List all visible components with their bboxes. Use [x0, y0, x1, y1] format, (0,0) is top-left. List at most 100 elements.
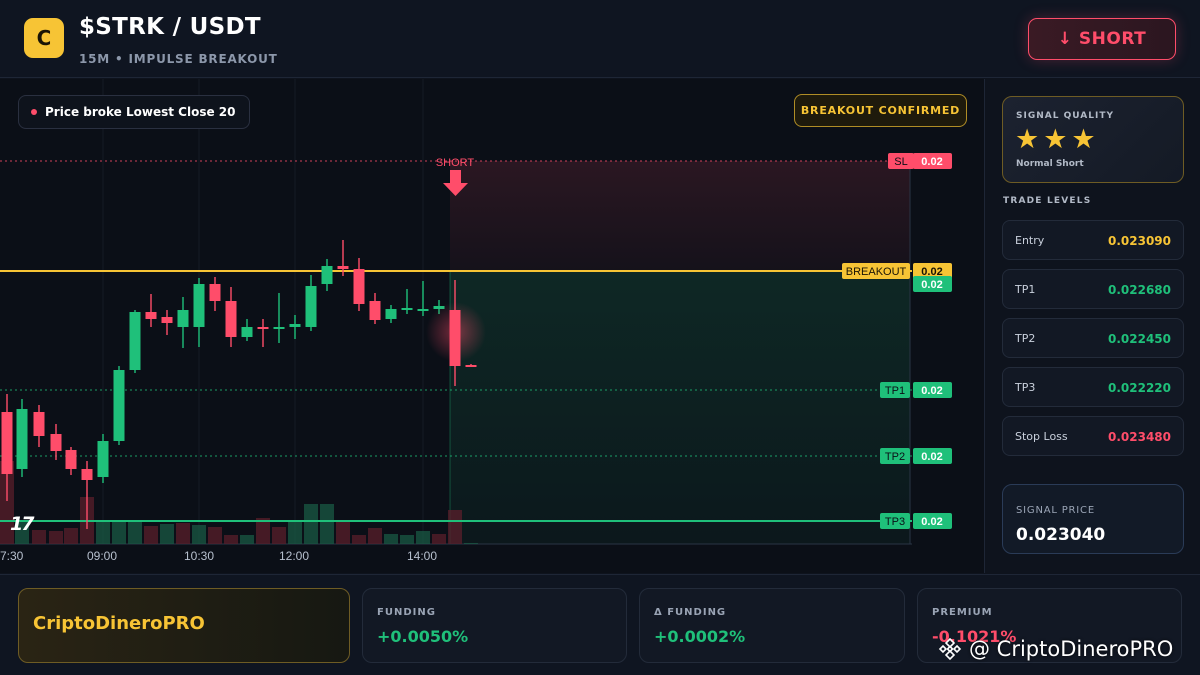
- watermark: @ CriptoDineroPRO: [937, 636, 1173, 662]
- x-axis-label: 10:30: [184, 549, 215, 563]
- volume-bar: [368, 528, 382, 544]
- signal-quality-text: Normal Short: [1016, 159, 1084, 169]
- candle[interactable]: [385, 305, 397, 323]
- volume-bar: [128, 521, 142, 544]
- candles[interactable]: [1, 240, 477, 529]
- candle[interactable]: [289, 315, 301, 339]
- volume-bar: [400, 535, 414, 544]
- level-name-label: SL: [894, 156, 907, 168]
- candle[interactable]: [209, 277, 221, 311]
- volume-bar: [240, 535, 254, 544]
- coin-logo-icon: C: [24, 18, 64, 58]
- candle[interactable]: [369, 293, 381, 324]
- timeframe-subtitle: 15M • IMPULSE BREAKOUT: [79, 52, 278, 66]
- short-button[interactable]: ↓ SHORT: [1028, 18, 1176, 60]
- candle[interactable]: [16, 399, 28, 477]
- delta-funding-value: +0.0002%: [654, 627, 746, 646]
- candle[interactable]: [257, 319, 269, 347]
- trade-level-name: TP2: [1015, 332, 1036, 345]
- funding-card: FUNDING +0.0050%: [362, 588, 627, 663]
- chart-canvas[interactable]: SL 0.02 BREAKOUT 0.02 0.02 TP1 0.02 TP2 0.02 TP3 0…: [0, 79, 985, 573]
- volume-bar: [32, 530, 46, 544]
- candle[interactable]: [97, 434, 109, 483]
- candle[interactable]: [65, 447, 77, 475]
- delta-funding-label: Δ FUNDING: [654, 607, 727, 618]
- level-name-label: TP3: [885, 516, 905, 528]
- candle[interactable]: [353, 258, 365, 311]
- x-axis-label: 14:00: [407, 549, 438, 563]
- signal-price-label: SIGNAL PRICE: [1016, 505, 1095, 516]
- trade-level-entry[interactable]: Entry 0.023090: [1002, 220, 1184, 260]
- candle[interactable]: [113, 366, 125, 445]
- volume-bar: [288, 520, 302, 544]
- volume-bar: [464, 543, 478, 544]
- volume-bar: [448, 510, 462, 544]
- volume-bar: [416, 531, 430, 544]
- trade-level-value: 0.022450: [1107, 332, 1171, 346]
- take-profit-zone: [450, 272, 910, 544]
- candle[interactable]: [161, 310, 173, 335]
- level-price-label: 0.02: [921, 516, 942, 528]
- candle[interactable]: [417, 281, 429, 316]
- trade-level-name: TP1: [1015, 283, 1036, 296]
- signal-sidebar: SIGNAL QUALITY ★★★ Normal Short TRADE LE…: [986, 79, 1200, 573]
- level-price-label: 0.02: [921, 385, 942, 397]
- volume-bar: [304, 504, 318, 544]
- signal-quality-label: SIGNAL QUALITY: [1016, 111, 1114, 121]
- level-price-label: 0.02: [921, 156, 942, 168]
- x-axis-label: 7:30: [0, 549, 24, 563]
- x-axis-label: 12:00: [279, 549, 310, 563]
- funding-label: FUNDING: [377, 607, 436, 618]
- volume-bar: [64, 528, 78, 544]
- trade-level-value: 0.023480: [1107, 430, 1171, 444]
- brand-card: CriptoDineroPRO: [18, 588, 350, 663]
- candle[interactable]: [145, 294, 157, 327]
- price-chart[interactable]: SL 0.02 BREAKOUT 0.02 0.02 TP1 0.02 TP2 0.02 TP3 0…: [0, 79, 985, 573]
- trade-level-tp2[interactable]: TP2 0.022450: [1002, 318, 1184, 358]
- star-rating-icon: ★★★: [1015, 124, 1100, 155]
- trade-level-name: Entry: [1015, 234, 1045, 247]
- signal-price-card: SIGNAL PRICE 0.023040: [1002, 484, 1184, 554]
- level-line-entry: 0.02: [913, 276, 952, 292]
- candle[interactable]: [225, 287, 237, 347]
- level-name-label: TP1: [885, 385, 905, 397]
- volume-bar: [272, 527, 286, 544]
- volume-bar: [160, 524, 174, 544]
- candle[interactable]: [241, 319, 253, 341]
- candle[interactable]: [129, 310, 141, 373]
- trade-level-stop-loss[interactable]: Stop Loss 0.023480: [1002, 416, 1184, 456]
- volume-bar: [176, 523, 190, 544]
- trade-level-value: 0.022680: [1107, 283, 1171, 297]
- volume-bar: [112, 520, 126, 544]
- stop-loss-zone: [450, 161, 910, 272]
- x-axis-label: 09:00: [87, 549, 118, 563]
- level-price-label: 0.02: [921, 451, 942, 463]
- short-marker-label: SHORT: [436, 157, 475, 169]
- trade-levels-title: TRADE LEVELS: [1003, 196, 1092, 206]
- candle[interactable]: [401, 289, 413, 314]
- candle[interactable]: [305, 275, 317, 331]
- volume-bar: [352, 535, 366, 544]
- signal-quality-card: SIGNAL QUALITY ★★★ Normal Short: [1002, 96, 1184, 183]
- trade-level-tp3[interactable]: TP3 0.022220: [1002, 367, 1184, 407]
- trade-level-name: TP3: [1015, 381, 1036, 394]
- delta-funding-card: Δ FUNDING +0.0002%: [639, 588, 905, 663]
- level-price-label: 0.02: [921, 279, 942, 291]
- trade-level-tp1[interactable]: TP1 0.022680: [1002, 269, 1184, 309]
- volume-bar: [432, 534, 446, 544]
- volume-bar: [192, 525, 206, 544]
- candle[interactable]: [273, 293, 285, 343]
- signal-price-value: 0.023040: [1016, 525, 1106, 545]
- volume-bar: [336, 520, 350, 544]
- candle[interactable]: [33, 405, 45, 447]
- candle[interactable]: [321, 259, 333, 291]
- trade-level-value: 0.023090: [1107, 234, 1171, 248]
- trade-level-name: Stop Loss: [1015, 430, 1068, 443]
- candle[interactable]: [193, 278, 205, 347]
- volume-bar: [49, 531, 63, 544]
- level-name-label: BREAKOUT: [846, 266, 907, 278]
- level-name-label: TP2: [885, 451, 905, 463]
- candle[interactable]: [177, 297, 189, 348]
- breakout-confirmed-badge: BREAKOUT CONFIRMED: [794, 94, 967, 127]
- candle[interactable]: [50, 424, 62, 460]
